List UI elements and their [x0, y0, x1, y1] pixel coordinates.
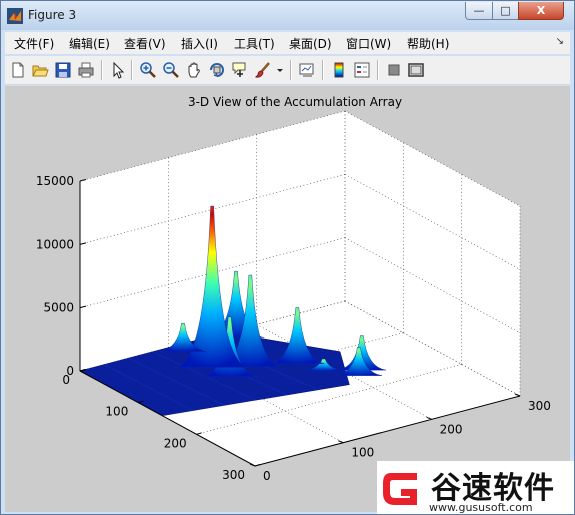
menu-file[interactable]: 文件(F) [14, 35, 54, 52]
zoom-in-icon[interactable] [139, 61, 157, 79]
menu-tools[interactable]: 工具(T) [234, 35, 275, 52]
matlab-icon [7, 8, 23, 24]
pointer-icon[interactable] [109, 61, 127, 79]
x-tick-label: 100 [105, 405, 128, 419]
watermark: 谷速软件 www.gususoft.com [377, 461, 574, 514]
gusu-logo-icon [383, 473, 417, 505]
show-plot-tools-icon[interactable] [407, 61, 425, 79]
legend-icon[interactable] [353, 61, 371, 79]
menu-view[interactable]: 查看(V) [124, 35, 166, 52]
rotate-3d-icon[interactable] [208, 61, 226, 79]
x-tick-label: 300 [222, 468, 245, 482]
menu-window[interactable]: 窗口(W) [346, 35, 391, 52]
toolbar-separator [322, 60, 324, 80]
y-tick-label: 300 [528, 399, 551, 413]
menu-dock-arrow-icon[interactable]: ↘ [556, 36, 564, 47]
link-plot-icon[interactable] [298, 61, 316, 79]
toolbar-separator [377, 60, 379, 80]
toolbar-separator [290, 60, 292, 80]
brush-icon[interactable] [254, 61, 272, 79]
toolbar-separator [101, 60, 103, 80]
data-cursor-icon[interactable] [231, 61, 249, 79]
z-tick-label: 10000 [36, 237, 74, 251]
toolbar [5, 56, 570, 85]
toolbar-separator [131, 60, 133, 80]
surface-plot[interactable]: 0500010000150000100200300 0100200300 3-D … [5, 86, 570, 512]
menu-bar: 文件(F) 编辑(E) 查看(V) 插入(I) 工具(T) 桌面(D) 窗口(W… [5, 32, 570, 54]
figure-canvas[interactable]: 0 5000 10000 15000 0 100 200 300 0 100 200 300 3-D … [5, 86, 570, 512]
dropdown-arrow-icon[interactable] [275, 61, 285, 79]
title-bar[interactable]: Figure 3 — □ X [1, 1, 574, 30]
close-icon: X [536, 4, 546, 17]
maximize-button[interactable]: □ [492, 2, 519, 20]
save-icon[interactable] [54, 61, 72, 79]
hide-plot-tools-icon[interactable] [385, 61, 403, 79]
open-file-icon[interactable] [31, 61, 49, 79]
plot-title: 3-D View of the Accumulation Array [188, 95, 402, 109]
watermark-url: www.gususoft.com [429, 501, 533, 514]
menu-help[interactable]: 帮助(H) [407, 35, 449, 52]
print-icon[interactable] [77, 61, 95, 79]
menu-insert[interactable]: 插入(I) [181, 35, 218, 52]
window-title: Figure 3 [28, 8, 77, 22]
z-tick-label: 15000 [36, 174, 74, 188]
maximize-icon: □ [500, 4, 511, 17]
x-tick-label: 200 [164, 436, 187, 450]
colorbar-icon[interactable] [330, 61, 348, 79]
close-button[interactable]: X [518, 2, 564, 20]
minimize-icon: — [473, 4, 485, 17]
menu-desktop[interactable]: 桌面(D) [289, 35, 332, 52]
y-tick-label: 100 [351, 446, 374, 460]
new-figure-icon[interactable] [9, 61, 27, 79]
pan-hand-icon[interactable] [185, 61, 203, 79]
zoom-out-icon[interactable] [162, 61, 180, 79]
z-tick-label: 5000 [43, 301, 74, 315]
x-tick-label: 0 [62, 373, 70, 387]
y-tick-label: 0 [263, 469, 271, 483]
y-tick-label: 200 [440, 422, 463, 436]
figure-window: Figure 3 — □ X 文件(F) 编辑(E) 查看(V) 插入(I) 工… [0, 0, 575, 515]
menu-edit[interactable]: 编辑(E) [69, 35, 110, 52]
minimize-button[interactable]: — [465, 2, 493, 20]
